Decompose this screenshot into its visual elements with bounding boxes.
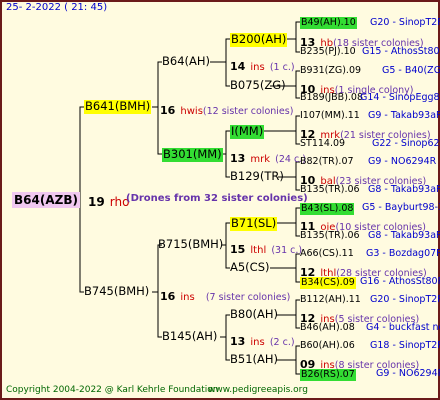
gen2-info-3: 15 lthl (31 c.): [230, 240, 302, 256]
gen4-drone-info-1: G20 - SinopT2R: [370, 17, 440, 28]
gen1-bottom-info: 16 ins (7 sister colonies): [160, 287, 290, 303]
gen1-top-generation: 16: [160, 104, 176, 117]
gen2-breed-1: ins: [250, 62, 265, 73]
copyright-text: Copyright 2004-2022 @ Karl Kehrle Founda…: [6, 385, 219, 395]
gen4-drone-info-4: G9 - NO6294R: [368, 156, 437, 167]
gen3-queen-8[interactable]: B51(AH): [230, 353, 278, 366]
gen4-drone-info-7: G20 - SinopT2R: [370, 294, 440, 305]
gen1-bottom-sisters: (7 sister colonies): [205, 292, 291, 303]
gen2-info-2: 13 mrk (24 c.): [230, 149, 306, 165]
gen4-mother-4[interactable]: B135(TR).06: [300, 185, 360, 195]
gen4-mother-info-2: G14 - SinopEgg86R: [360, 92, 440, 103]
gen3-queen-4[interactable]: B129(TR): [230, 170, 284, 183]
gen2-info-1: 14 ins (1 c.): [230, 57, 295, 73]
gen1-top-queen[interactable]: B641(BMH): [84, 100, 152, 114]
gen2-generation-4: 13: [230, 335, 246, 348]
root-generation: 19: [88, 195, 105, 209]
gen3-queen-1[interactable]: B200(AH): [230, 33, 288, 47]
gen4-drone-6[interactable]: A66(CS).11: [300, 249, 354, 259]
gen2-breed-2: mrk: [250, 154, 271, 165]
gen2-generation-3: 15: [230, 243, 246, 256]
gen3-queen-3[interactable]: I(MM): [230, 125, 265, 139]
gen2-generation-1: 14: [230, 60, 246, 73]
gen4-mother-5[interactable]: B135(TR).06: [300, 231, 360, 241]
gen4-mother-6[interactable]: B34(CS).09: [300, 277, 356, 289]
gen2-sisters-1: (1 c.): [269, 62, 295, 73]
gen3-queen-6[interactable]: A5(CS): [230, 261, 270, 274]
gen2-queen-3[interactable]: B715(BMH): [158, 238, 223, 251]
gen4-mother-1[interactable]: B235(PJ).10: [300, 47, 356, 57]
gen4-mother-info-7: G4 - buckfast no: [366, 322, 440, 333]
gen4-mother-3[interactable]: ST114.09: [300, 139, 345, 149]
gen4-mother-info-5: G8 - Takab93aR: [368, 230, 440, 241]
gen1-top-info: 16 hwis(12 sister colonies): [160, 101, 293, 117]
gen4-mother-info-3: G22 - Sinop62R: [372, 138, 440, 149]
gen4-drone-1[interactable]: B49(AH).10: [300, 17, 357, 29]
gen4-mother-info-6: G16 - AthosSt80R: [360, 276, 440, 287]
gen2-queen-2[interactable]: B301(MM): [162, 148, 223, 162]
gen4-mother-2[interactable]: B189(JBB).08: [300, 93, 363, 103]
root-drones-note: (Drones from 32 sister colonies): [126, 193, 308, 204]
gen4-drone-info-6: G3 - Bozdag07R: [366, 248, 440, 259]
gen2-info-4: 13 ins (2 c.): [230, 332, 295, 348]
gen1-bottom-generation: 16: [160, 290, 176, 303]
gen4-drone-3[interactable]: I107(MM).11: [300, 111, 360, 121]
gen2-sisters-4: (2 c.): [269, 337, 295, 348]
gen2-queen-4[interactable]: B145(AH): [162, 330, 217, 343]
gen3-queen-2[interactable]: B075(ZG): [230, 79, 286, 92]
gen2-generation-2: 13: [230, 152, 246, 165]
gen1-top-sisters: (12 sister colonies): [202, 106, 294, 117]
gen2-breed-3: lthl: [250, 245, 267, 256]
site-link[interactable]: www.pedigreeapis.org: [208, 386, 308, 395]
gen3-queen-7[interactable]: B80(AH): [230, 308, 278, 321]
report-date: 25- 2-2022 ( 21: 45): [6, 2, 108, 13]
gen2-queen-1[interactable]: B64(AH): [162, 55, 210, 68]
gen4-drone-7[interactable]: B112(AH).11: [300, 295, 361, 305]
gen4-drone-5[interactable]: B43(SL).08: [300, 203, 355, 215]
gen1-top-breed: hwis: [180, 106, 203, 117]
gen4-mother-info-1: G15 - AthosSt80R: [362, 46, 440, 57]
root-info: 19 rho: [88, 193, 129, 209]
gen4-drone-8[interactable]: B60(AH).06: [300, 341, 355, 351]
gen4-mother-info-4: G8 - Takab93aR: [368, 184, 440, 195]
gen4-drone-4[interactable]: B82(TR).07: [300, 157, 354, 167]
gen1-bottom-queen[interactable]: B745(BMH): [84, 285, 149, 298]
gen1-bottom-breed: ins: [180, 292, 195, 303]
gen4-drone-info-2: G5 - B40(ZG): [382, 65, 440, 76]
gen2-sisters-3: (31 c.): [271, 245, 303, 256]
gen4-drone-info-3: G9 - Takab93aR: [368, 110, 440, 121]
gen3-queen-5[interactable]: B71(SL): [230, 217, 278, 231]
gen4-mother-info-8: G9 - NO6294R: [376, 368, 440, 379]
gen4-mother-7[interactable]: B46(AH).08: [300, 323, 355, 333]
gen4-drone-2[interactable]: B931(ZG).09: [300, 66, 361, 76]
gen4-mother-8[interactable]: B26(RS).07: [300, 369, 356, 381]
gen2-breed-4: ins: [250, 337, 265, 348]
gen4-drone-info-8: G18 - SinopT2R: [370, 340, 440, 351]
root-queen[interactable]: B64(AZB): [12, 192, 80, 208]
gen4-drone-info-5: G5 - Bayburt98-3: [362, 202, 440, 213]
